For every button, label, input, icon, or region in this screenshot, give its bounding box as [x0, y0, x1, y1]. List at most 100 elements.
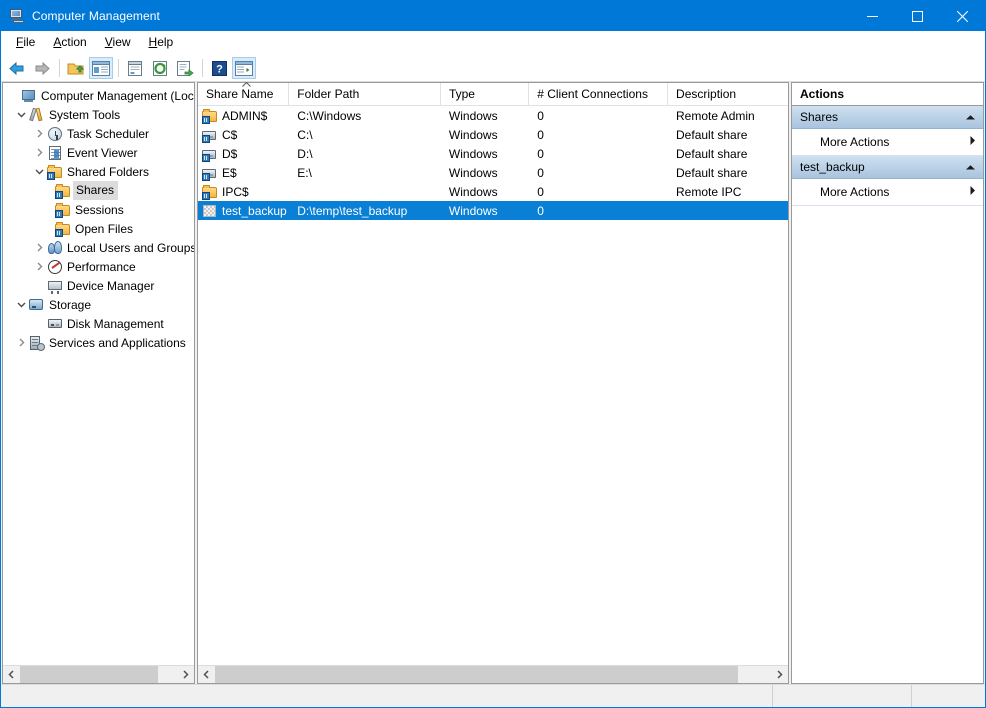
column-header-folder-path[interactable]: Folder Path: [289, 83, 441, 105]
refresh-button[interactable]: [148, 57, 172, 79]
scroll-left-icon[interactable]: [3, 666, 20, 683]
chevron-down-icon[interactable]: [31, 167, 47, 176]
table-row[interactable]: ADMIN$ C:\Windows Windows 0 Remote Admin: [198, 106, 788, 125]
list-scroll-track[interactable]: [215, 666, 771, 683]
list-body[interactable]: ADMIN$ C:\Windows Windows 0 Remote Admin…: [198, 106, 788, 665]
chevron-right-icon[interactable]: [31, 262, 47, 271]
shared-folder-icon: [47, 164, 63, 180]
action-more-actions-shares[interactable]: More Actions: [792, 129, 983, 156]
tree-item-label: Device Manager: [67, 278, 154, 294]
maximize-button[interactable]: [895, 1, 940, 31]
tree-item-services-and-applications[interactable]: Services and Applications: [3, 333, 194, 352]
chevron-down-icon[interactable]: [13, 110, 29, 119]
actions-section-header-shares[interactable]: Shares: [792, 106, 983, 129]
menu-file[interactable]: File: [7, 32, 44, 53]
toolbar-separator-2: [118, 59, 119, 77]
shared-drive-icon: [202, 165, 218, 181]
tree-scroll-thumb[interactable]: [20, 666, 158, 683]
console-tree[interactable]: Computer Management (Local System Tools …: [3, 83, 194, 665]
column-header-type[interactable]: Type: [441, 83, 529, 105]
chevron-right-icon[interactable]: [31, 148, 47, 157]
table-row[interactable]: IPC$ Windows 0 Remote IPC: [198, 182, 788, 201]
tree-item-computer-management[interactable]: Computer Management (Local: [3, 86, 194, 105]
properties-button[interactable]: [123, 57, 147, 79]
tree-item-open-files[interactable]: Open Files: [3, 219, 194, 238]
back-button[interactable]: [5, 57, 29, 79]
column-label: Share Name: [206, 87, 273, 101]
tree-item-label: Computer Management (Local: [41, 88, 194, 104]
scroll-left-icon[interactable]: [198, 666, 215, 683]
tree-scroll-track[interactable]: [20, 666, 177, 683]
tree-item-label: Shared Folders: [67, 164, 149, 180]
show-hide-action-pane-button[interactable]: [232, 57, 256, 79]
table-row[interactable]: C$ C:\ Windows 0 Default share: [198, 125, 788, 144]
svg-text:?: ?: [216, 63, 223, 75]
close-button[interactable]: [940, 1, 985, 31]
shared-drive-icon: [202, 146, 218, 162]
forward-button[interactable]: [30, 57, 54, 79]
chevron-right-icon[interactable]: [31, 243, 47, 252]
scroll-right-icon[interactable]: [771, 666, 788, 683]
tree-item-shares[interactable]: Shares: [3, 181, 194, 200]
cell-type: Windows: [441, 147, 529, 161]
column-header-description[interactable]: Description: [668, 83, 788, 105]
tree-item-label: Event Viewer: [67, 145, 137, 161]
help-button[interactable]: ?: [207, 57, 231, 79]
list-scroll-thumb[interactable]: [215, 666, 738, 683]
column-header-share-name[interactable]: Share Name: [198, 83, 289, 105]
tree-item-storage[interactable]: Storage: [3, 295, 194, 314]
chevron-up-icon[interactable]: [965, 110, 976, 124]
tree-item-disk-management[interactable]: Disk Management: [3, 314, 194, 333]
menu-view[interactable]: View: [96, 32, 140, 53]
show-hide-console-tree-button[interactable]: [89, 57, 113, 79]
cell-description: Remote Admin: [668, 109, 788, 123]
scroll-right-icon[interactable]: [177, 666, 194, 683]
tree-item-device-manager[interactable]: Device Manager: [3, 276, 194, 295]
tree-item-performance[interactable]: Performance: [3, 257, 194, 276]
users-icon: [47, 240, 63, 256]
tree-item-event-viewer[interactable]: Event Viewer: [3, 143, 194, 162]
cell-folder-path: C:\: [289, 128, 441, 142]
table-row[interactable]: D$ D:\ Windows 0 Default share: [198, 144, 788, 163]
chevron-right-icon[interactable]: [31, 129, 47, 138]
actions-section-header-test-backup[interactable]: test_backup: [792, 156, 983, 179]
tree-horizontal-scrollbar[interactable]: [3, 665, 194, 683]
tree-item-shared-folders[interactable]: Shared Folders: [3, 162, 194, 181]
status-bar: [1, 684, 985, 707]
cell-type: Windows: [441, 204, 529, 218]
toolbar: ?: [1, 55, 985, 82]
tree-item-system-tools[interactable]: System Tools: [3, 105, 194, 124]
cell-share-name: C$: [198, 127, 289, 143]
cell-description: Default share: [668, 128, 788, 142]
tree-item-sessions[interactable]: Sessions: [3, 200, 194, 219]
tree-item-label: Local Users and Groups: [67, 240, 194, 256]
status-segment-1: [1, 685, 773, 707]
tree-item-task-scheduler[interactable]: Task Scheduler: [3, 124, 194, 143]
chevron-down-icon[interactable]: [13, 300, 29, 309]
cell-share-name: E$: [198, 165, 289, 181]
export-list-button[interactable]: [173, 57, 197, 79]
share-name-text: IPC$: [222, 185, 249, 199]
chevron-right-icon[interactable]: [969, 185, 976, 199]
cell-client-connections: 0: [529, 185, 668, 199]
computer-management-window: Computer Management File Action View Hel…: [0, 0, 986, 708]
minimize-button[interactable]: [850, 1, 895, 31]
tree-item-local-users-and-groups[interactable]: Local Users and Groups: [3, 238, 194, 257]
shared-folder-icon: [202, 184, 218, 200]
up-one-level-button[interactable]: [64, 57, 88, 79]
shared-pipe-icon: [202, 203, 218, 219]
action-more-actions-test-backup[interactable]: More Actions: [792, 179, 983, 206]
menu-action[interactable]: Action: [44, 32, 95, 53]
chevron-up-icon[interactable]: [965, 160, 976, 174]
list-horizontal-scrollbar[interactable]: [198, 665, 788, 683]
column-header-client-connections[interactable]: # Client Connections: [529, 83, 668, 105]
tree-item-label: Task Scheduler: [67, 126, 149, 142]
column-label: Description: [676, 87, 736, 101]
table-row[interactable]: E$ E:\ Windows 0 Default share: [198, 163, 788, 182]
chevron-right-icon[interactable]: [13, 338, 29, 347]
menu-action-rest: ction: [61, 35, 86, 49]
menu-help[interactable]: Help: [140, 32, 183, 53]
toolbar-separator-3: [202, 59, 203, 77]
table-row[interactable]: test_backup D:\temp\test_backup Windows …: [198, 201, 788, 220]
chevron-right-icon[interactable]: [969, 135, 976, 149]
